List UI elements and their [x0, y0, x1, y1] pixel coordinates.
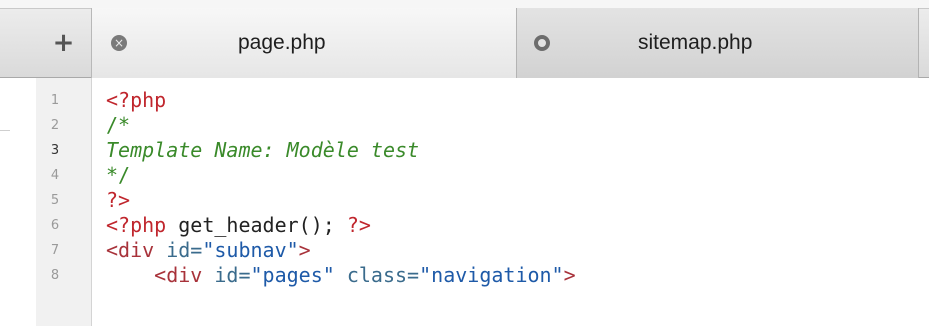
function-call: get_header(); — [166, 213, 347, 237]
margin-divider — [0, 130, 10, 131]
close-icon[interactable]: × — [111, 35, 127, 51]
code-editor-window: + × page.php sitemap.php 1 2 3 4 5 6 7 8… — [0, 0, 929, 326]
line-number-current: 3 — [50, 143, 60, 158]
tab-label: sitemap.php — [638, 31, 753, 54]
html-attribute: id= — [202, 263, 251, 287]
editor-area[interactable]: 1 2 3 4 5 6 7 8 <?php /* Template Name: … — [0, 78, 929, 326]
php-open-tag: <?php — [106, 213, 167, 237]
html-attribute: id= — [154, 238, 203, 262]
line-number: 6 — [50, 218, 60, 233]
line-number-gutter: 1 2 3 4 5 6 7 8 — [36, 78, 92, 326]
html-tag-end: > — [563, 263, 576, 287]
code-line[interactable]: <?php get_header(); ?> — [106, 213, 371, 238]
code-line[interactable]: /* — [106, 113, 130, 138]
line-number: 1 — [50, 93, 60, 108]
code-line[interactable]: <div id="pages" class="navigation"> — [106, 263, 576, 288]
php-close-tag: ?> — [346, 213, 371, 237]
line-number: 2 — [50, 118, 60, 133]
line-number: 4 — [50, 168, 60, 183]
html-tag: <div — [106, 238, 155, 262]
code-line[interactable]: */ — [106, 163, 130, 188]
plus-icon[interactable]: + — [53, 28, 75, 58]
code-line[interactable]: <?php — [106, 88, 166, 113]
html-tag-end: > — [298, 238, 311, 262]
tab-sitemap-php[interactable]: sitemap.php — [517, 8, 919, 78]
code-line-current[interactable]: Template Name: Modèle test — [106, 138, 419, 163]
new-tab-button[interactable]: + — [36, 8, 92, 78]
code-line[interactable]: <div id="subnav"> — [106, 238, 311, 263]
code-line[interactable]: ?> — [106, 188, 130, 213]
tab-label: page.php — [238, 31, 326, 54]
line-number: 8 — [50, 268, 60, 283]
attribute-value: "navigation" — [419, 263, 564, 287]
window-top-strip — [0, 0, 929, 8]
attribute-value: "subnav" — [202, 238, 299, 262]
html-attribute: class= — [334, 263, 420, 287]
tab-page-php[interactable]: × page.php — [92, 8, 517, 78]
html-tag: <div — [154, 263, 203, 287]
unsaved-dot-icon[interactable] — [534, 35, 550, 51]
line-number: 5 — [50, 193, 60, 208]
attribute-value: "pages" — [250, 263, 335, 287]
line-number: 7 — [50, 243, 60, 258]
